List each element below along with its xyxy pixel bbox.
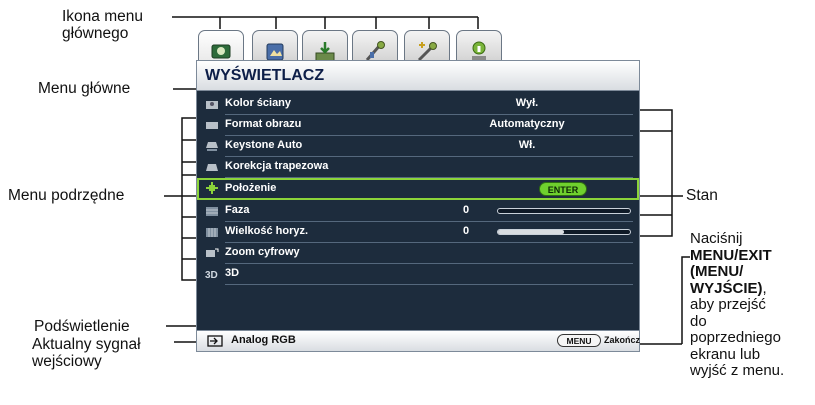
phase-slider[interactable] xyxy=(497,208,631,214)
current-input-label: Aktualny sygnał wejściowy xyxy=(32,336,141,370)
row-label: Zoom cyfrowy xyxy=(225,246,300,258)
slider-fill xyxy=(498,230,564,234)
keystone-icon xyxy=(206,164,218,171)
exit-label: Zakończ xyxy=(604,335,641,345)
row-label: 3D xyxy=(225,267,240,279)
current-source: Analog RGB xyxy=(231,334,296,346)
menu-row-auto-keystone[interactable]: Keystone Auto Wł. xyxy=(197,136,639,157)
row-label: Położenie xyxy=(225,182,277,194)
enter-badge: ENTER xyxy=(539,182,587,196)
svg-text:3D: 3D xyxy=(205,270,218,280)
label-line: ekranu lub xyxy=(690,345,761,363)
label-line: (MENU/ xyxy=(690,263,744,280)
menu-row-keystone[interactable]: Korekcja trapezowa xyxy=(197,157,639,178)
label-comma: , xyxy=(762,279,767,297)
row-value: Wył. xyxy=(515,97,539,109)
submenu-label: Menu podrzędne xyxy=(8,187,125,204)
menu-row-digital-zoom[interactable]: Zoom cyfrowy xyxy=(197,243,639,264)
page-title: WYŚWIETLACZ xyxy=(197,61,639,91)
divider xyxy=(225,284,633,285)
osd-menu: WYŚWIETLACZ Kolor ściany Wył. Format obr… xyxy=(196,60,640,352)
row-label: Wielkość horyz. xyxy=(225,225,309,237)
label-line: Aktualny sygnał xyxy=(32,336,141,353)
phase-icon xyxy=(206,207,218,216)
label-line: poprzedniego xyxy=(690,329,781,346)
main-menu-label: Menu główne xyxy=(38,80,131,97)
label-line: MENU/EXIT xyxy=(690,246,772,264)
3d-icon: 3D xyxy=(205,270,218,280)
row-label: Keystone Auto xyxy=(225,139,303,151)
label-line: głównego xyxy=(62,25,129,42)
highlight-label: Podświetlenie xyxy=(34,318,130,335)
position-icon xyxy=(206,182,218,194)
status-bar: Analog RGB MENU Zakończ xyxy=(197,330,641,351)
menu-row-phase[interactable]: Faza 0 xyxy=(197,201,639,222)
label-line: Naciśnij xyxy=(690,230,743,247)
label-line: do xyxy=(690,312,707,330)
row-value: Automatyczny xyxy=(489,118,565,130)
menu-button[interactable]: MENU xyxy=(557,334,601,347)
row-label: Format obrazu xyxy=(225,118,302,130)
row-value: 0 xyxy=(463,204,470,216)
label-line: aby przejść xyxy=(690,296,766,313)
h-size-icon xyxy=(206,228,218,237)
h-size-slider[interactable] xyxy=(497,229,631,235)
wall-color-icon xyxy=(206,101,218,109)
auto-keystone-icon xyxy=(206,142,218,151)
main-menu-icon-label: Ikona menu głównego xyxy=(62,8,143,42)
row-label: Korekcja trapezowa xyxy=(225,160,329,172)
menu-row-3d[interactable]: 3D 3D xyxy=(197,264,639,285)
zoom-icon xyxy=(206,248,219,257)
row-label: Kolor ściany xyxy=(225,97,292,109)
tab-strip xyxy=(196,18,640,72)
status-label: Stan xyxy=(686,187,718,204)
row-value: 0 xyxy=(463,225,470,237)
menu-exit-note: Naciśnij MENU/EXIT (MENU/ WYJŚCIE), aby … xyxy=(690,230,785,380)
menu-row-wall-color[interactable]: Kolor ściany Wył. xyxy=(197,94,639,115)
label-line: wyjść z menu. xyxy=(690,362,785,379)
label-line: WYJŚCIE) xyxy=(690,279,763,297)
menu-row-position[interactable]: Położenie ENTER xyxy=(197,178,639,200)
label-line: Ikona menu xyxy=(62,8,143,25)
menu-row-h-size[interactable]: Wielkość horyz. 0 xyxy=(197,222,639,243)
row-value: Wł. xyxy=(518,139,536,151)
menu-row-aspect-ratio[interactable]: Format obrazu Automatyczny xyxy=(197,115,639,136)
row-label: Faza xyxy=(225,204,250,216)
aspect-ratio-icon xyxy=(206,122,218,129)
label-line: wejściowy xyxy=(32,353,102,370)
input-source-icon xyxy=(207,335,223,347)
